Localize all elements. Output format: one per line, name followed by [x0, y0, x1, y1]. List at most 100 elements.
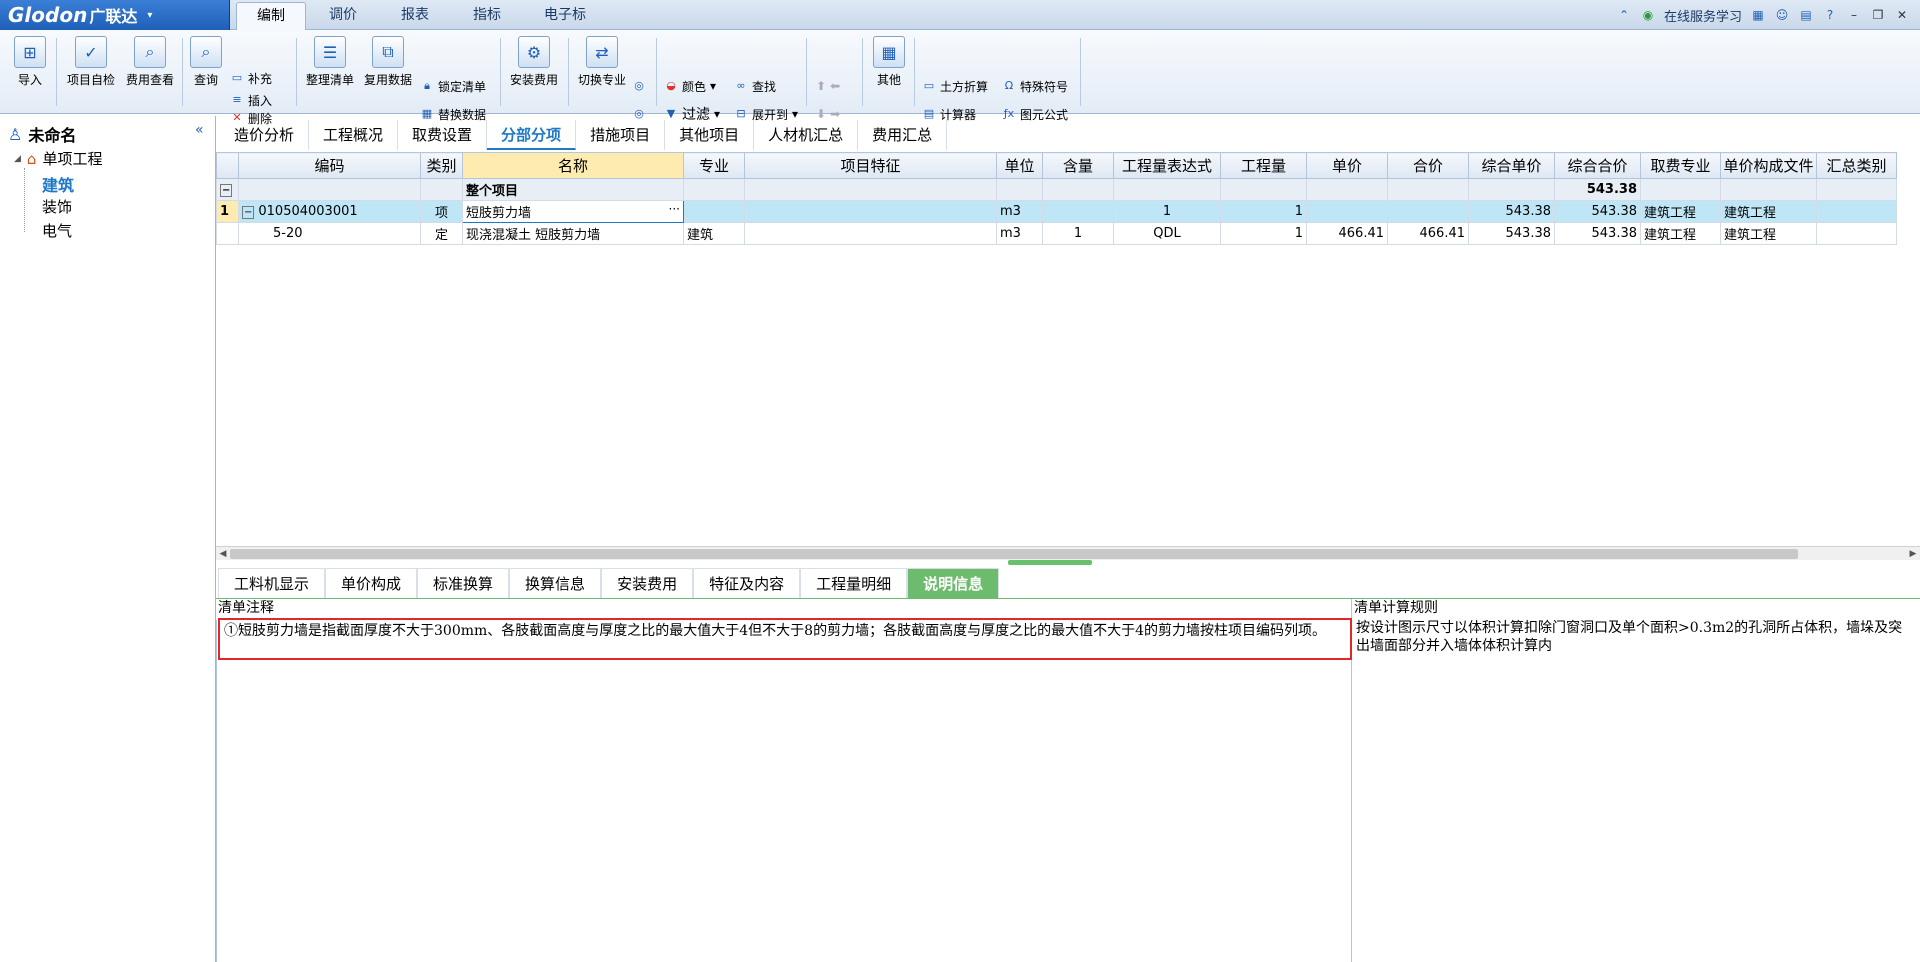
cell[interactable]: 定 [420, 222, 463, 245]
formula-button[interactable]: ƒx 图元公式 [1002, 104, 1068, 124]
col-header[interactable]: 含量 [1042, 152, 1114, 179]
tree-root[interactable]: ♙ 未命名 [8, 122, 76, 146]
menu-tab-ebid[interactable]: 电子标 [530, 2, 600, 30]
cell[interactable]: 543.38 [1554, 178, 1641, 201]
restore-icon[interactable]: ❐ [1870, 7, 1886, 23]
scroll-thumb[interactable] [230, 549, 1798, 559]
tab-install-fee[interactable]: 安装费用 [601, 568, 694, 598]
cell[interactable]: 建筑工程 [1720, 200, 1817, 223]
cell[interactable]: 466.41 [1387, 222, 1469, 245]
app-logo[interactable]: Glodon 广联达 ▾ [0, 0, 230, 30]
cell[interactable]: 建筑工程 [1640, 222, 1721, 245]
tab-sub-items[interactable]: 分部分项 [487, 120, 577, 150]
reuse-data-button[interactable]: ⧉ 复用数据 [362, 36, 414, 88]
cell[interactable]: 建筑工程 [1720, 222, 1817, 245]
tree-item-decoration[interactable]: 装饰 [42, 196, 72, 217]
collapse-box-icon[interactable]: − [220, 184, 233, 197]
horizontal-scrollbar[interactable]: ◀ ▶ [216, 546, 1920, 560]
tab-other-items[interactable]: 其他项目 [665, 120, 755, 150]
cell[interactable] [744, 222, 997, 245]
cell[interactable]: −010504003001 [238, 200, 421, 223]
table-row[interactable]: 5-20 定 现浇混凝土 短肢剪力墙 建筑 m3 1 QDL 1 466.41 … [216, 222, 1897, 245]
arrange-list-button[interactable]: ☰ 整理清单 [302, 36, 358, 88]
col-header[interactable]: 单价构成文件 [1720, 152, 1817, 179]
col-header[interactable]: 专业 [683, 152, 745, 179]
cell[interactable]: 1 [1220, 200, 1307, 223]
tab-measures[interactable]: 措施项目 [576, 120, 666, 150]
col-header[interactable]: 综合合价 [1554, 152, 1641, 179]
tab-fee-summary[interactable]: 费用汇总 [858, 120, 948, 150]
tree-item-building[interactable]: 建筑 [42, 172, 74, 196]
tab-unit-price-composition[interactable]: 单价构成 [325, 568, 418, 598]
col-header[interactable]: 编码 [238, 152, 421, 179]
col-header[interactable]: 类别 [420, 152, 463, 179]
cell[interactable]: m3 [996, 222, 1043, 245]
tab-conversion-info[interactable]: 换算信息 [509, 568, 602, 598]
switch-a-button[interactable]: ◎ [632, 76, 646, 96]
color-button[interactable]: ◒ 颜色 ▾ [664, 76, 716, 96]
switch-major-button[interactable]: ⇄ 切换专业 [574, 36, 630, 88]
col-header[interactable]: 汇总类别 [1816, 152, 1897, 179]
cell[interactable]: 1 [1220, 222, 1307, 245]
supplement-button[interactable]: ▭ 补充 [230, 68, 272, 88]
tab-labor-material-display[interactable]: 工料机显示 [218, 568, 326, 598]
rules-text[interactable]: 按设计图示尺寸以体积计算扣除门窗洞口及单个面积>0.3m2的孔洞所占体积，墙垛及… [1352, 617, 1920, 657]
tab-features-content[interactable]: 特征及内容 [693, 568, 801, 598]
close-icon[interactable]: ✕ [1894, 7, 1910, 23]
col-header[interactable]: 取费专业 [1640, 152, 1721, 179]
tab-standard-conversion[interactable]: 标准换算 [417, 568, 510, 598]
cell[interactable] [1306, 200, 1388, 223]
col-header[interactable]: 工程量表达式 [1113, 152, 1221, 179]
cell[interactable]: 543.38 [1468, 222, 1555, 245]
panel-splitter[interactable] [1008, 560, 1092, 565]
minimize-icon[interactable]: – [1846, 7, 1862, 23]
cell[interactable]: 543.38 [1554, 200, 1641, 223]
cell[interactable]: 建筑 [683, 222, 745, 245]
cell[interactable] [744, 200, 997, 223]
cell[interactable]: 5-20 [238, 222, 421, 245]
cell[interactable]: 1 [1042, 222, 1114, 245]
cell[interactable] [1816, 200, 1897, 223]
special-symbol-button[interactable]: Ω 特殊符号 [1002, 76, 1068, 96]
row-index[interactable] [216, 222, 239, 245]
tab-project-overview[interactable]: 工程概况 [309, 120, 399, 150]
tab-description-info[interactable]: 说明信息 [907, 568, 1000, 598]
other-button[interactable]: ▦ 其他 [868, 36, 910, 88]
menu-tab-edit[interactable]: 编制 [236, 2, 306, 30]
move-up-button[interactable]: ⬆ ⬅ [816, 76, 840, 96]
lock-list-button[interactable]: 🔒︎ 锁定清单 [420, 76, 486, 96]
message-icon[interactable]: ▤ [1798, 7, 1814, 23]
notes-text[interactable]: ①短肢剪力墙是指截面厚度不大于300mm、各肢截面高度与厚度之比的最大值大于4但… [218, 618, 1352, 660]
fee-view-button[interactable]: ⌕ 费用查看 [122, 36, 178, 88]
cell[interactable]: m3 [996, 200, 1043, 223]
insert-button[interactable]: ≡ 插入 [230, 90, 272, 110]
cell[interactable]: 543.38 [1468, 200, 1555, 223]
cell[interactable] [1042, 200, 1114, 223]
collapse-icon[interactable]: « [195, 122, 204, 138]
scroll-left-icon[interactable]: ◀ [216, 547, 230, 561]
cell[interactable]: 现浇混凝土 短肢剪力墙 [462, 222, 684, 245]
search-button[interactable]: ∞ 查找 [734, 76, 776, 96]
menu-tab-report[interactable]: 报表 [380, 2, 450, 30]
cell[interactable] [1816, 222, 1897, 245]
cell[interactable]: 543.38 [1554, 222, 1641, 245]
earthwork-button[interactable]: ▭ 土方折算 [922, 76, 988, 96]
scroll-right-icon[interactable]: ▶ [1906, 547, 1920, 561]
cell-name-editing[interactable]: 短肢剪力墙 ··· [462, 200, 684, 223]
cell[interactable]: 整个项目 [462, 178, 684, 201]
cell[interactable]: 建筑工程 [1640, 200, 1721, 223]
tab-cost-analysis[interactable]: 造价分析 [220, 120, 310, 150]
ellipsis-icon[interactable]: ··· [669, 202, 680, 216]
online-service-link[interactable]: 在线服务学习 [1664, 6, 1742, 25]
tree-node-project[interactable]: ◢ ⌂ 单项工程 [14, 148, 102, 169]
menu-tab-indicator[interactable]: 指标 [452, 2, 522, 30]
query-button[interactable]: ⌕ 查询 [188, 36, 224, 88]
col-header[interactable]: 单位 [996, 152, 1043, 179]
cell[interactable]: 项 [420, 200, 463, 223]
row-index[interactable]: 1 [216, 200, 239, 223]
install-fee-button[interactable]: ⚙ 安装费用 [506, 36, 562, 88]
import-button[interactable]: ⊞ 导入 [10, 36, 50, 88]
tab-quantity-detail[interactable]: 工程量明细 [800, 568, 908, 598]
cell[interactable] [1387, 200, 1469, 223]
col-header[interactable]: 工程量 [1220, 152, 1307, 179]
